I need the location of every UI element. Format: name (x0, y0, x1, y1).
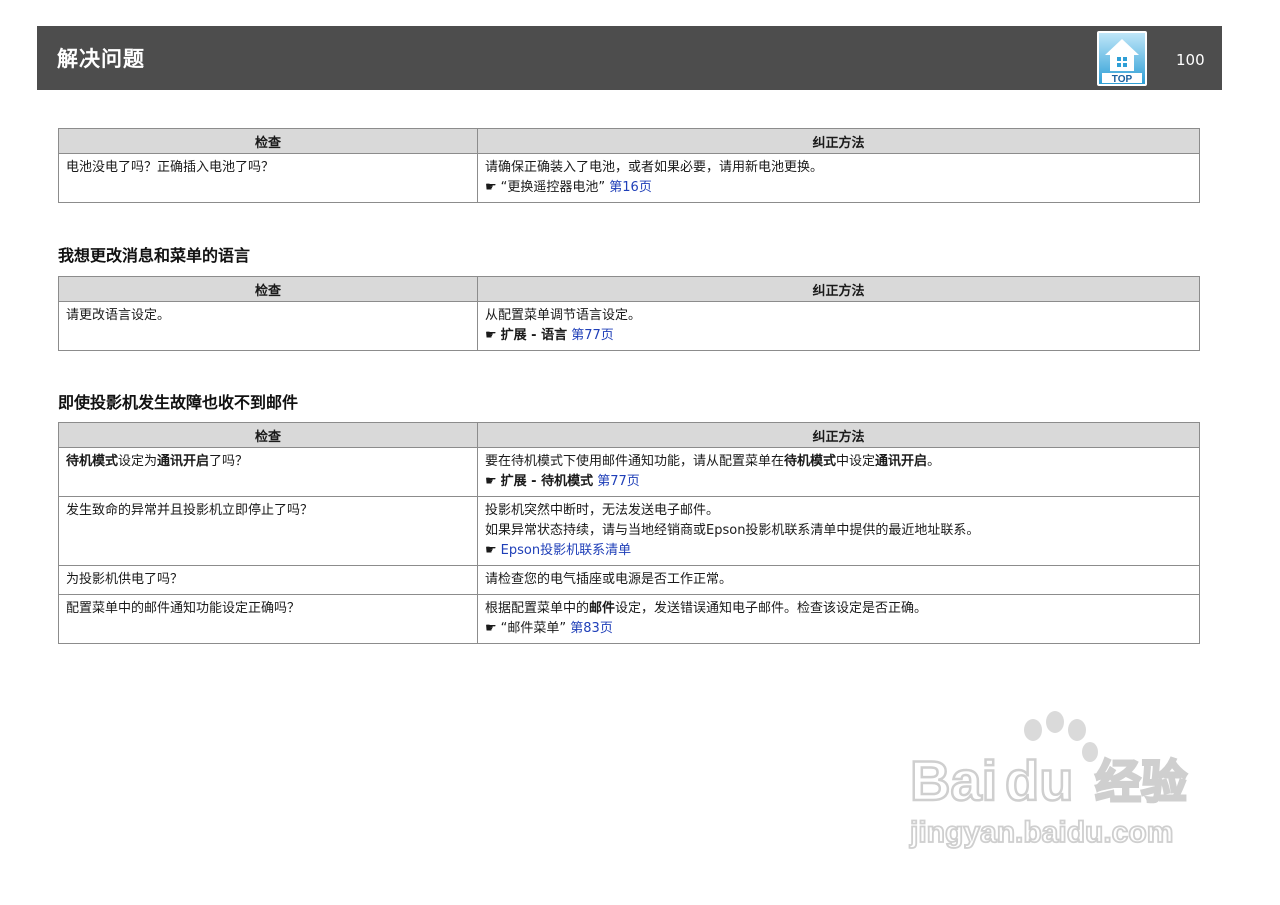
section-title: 我想更改消息和菜单的语言 (58, 246, 251, 265)
col-header-fix: 纠正方法 (477, 276, 1200, 302)
page-link[interactable]: 第83页 (570, 621, 613, 636)
check-cell: 待机模式设定为通讯开启了吗？ (58, 447, 478, 497)
reference-line: ☛ 扩展 - 语言 第77页 (485, 326, 1192, 346)
col-header-check: 检查 (58, 422, 478, 448)
col-header-fix: 纠正方法 (477, 128, 1200, 154)
table-row: 待机模式设定为通讯开启了吗？ 要在待机模式下使用邮件通知功能，请从配置菜单在待机… (58, 447, 1200, 497)
top-label: TOP (1112, 74, 1133, 85)
page-header: 解决问题 TOP 100 (37, 26, 1222, 90)
check-text: 设定为 (118, 454, 158, 469)
reference-line: ☛ “更换遥控器电池” 第16页 (485, 178, 1192, 198)
page-title: 解决问题 (57, 47, 145, 71)
table-battery: 检查 纠正方法 电池没电了吗？正确插入电池了吗？ 请确保正确装入了电池，或者如果… (58, 128, 1200, 203)
table-row: 配置菜单中的邮件通知功能设定正确吗？ 根据配置菜单中的邮件设定，发送错误通知电子… (58, 594, 1200, 644)
pointing-hand-icon: ☛ (485, 180, 497, 195)
reference-text: 扩展 - 待机模式 (500, 474, 594, 489)
reference-line: ☛ 扩展 - 待机模式 第77页 (485, 472, 1192, 492)
watermark-url: jingyan.baidu.com (909, 816, 1173, 849)
page-link[interactable]: 第77页 (571, 328, 614, 343)
fix-text: 根据配置菜单中的邮件设定，发送错误通知电子邮件。检查该设定是否正确。 (485, 599, 1192, 619)
reference-text: “邮件菜单” (500, 621, 567, 636)
col-header-fix: 纠正方法 (477, 422, 1200, 448)
pointing-hand-icon: ☛ (485, 474, 497, 489)
table-row: 电池没电了吗？正确插入电池了吗？ 请确保正确装入了电池，或者如果必要，请用新电池… (58, 153, 1200, 203)
watermark-brand: Bai (910, 749, 997, 812)
fix-text-part: 设定，发送错误通知电子邮件。检查该设定是否正确。 (615, 601, 928, 616)
mail-term: 邮件 (589, 601, 616, 616)
fix-cell: 投影机突然中断时，无法发送电子邮件。 如果异常状态持续，请与当地经销商或Epso… (477, 496, 1200, 566)
check-cell: 为投影机供电了吗？ (58, 565, 478, 595)
table-row: 发生致命的异常并且投影机立即停止了吗？ 投影机突然中断时，无法发送电子邮件。 如… (58, 496, 1200, 566)
fix-cell: 请确保正确装入了电池，或者如果必要，请用新电池更换。 ☛ “更换遥控器电池” 第1… (477, 153, 1200, 203)
col-header-check: 检查 (58, 128, 478, 154)
comm-on-term: 通讯开启 (157, 454, 210, 469)
section-title: 即使投影机发生故障也收不到邮件 (58, 393, 299, 412)
contact-list-link[interactable]: Epson投影机联系清单 (501, 543, 631, 558)
pointing-hand-icon: ☛ (485, 543, 497, 558)
col-header-check: 检查 (58, 276, 478, 302)
fix-cell: 请检查您的电气插座或电源是否工作正常。 (477, 565, 1200, 595)
check-text: 了吗？ (209, 454, 249, 469)
table-language: 检查 纠正方法 请更改语言设定。 从配置菜单调节语言设定。 ☛ 扩展 - 语言 第… (58, 276, 1200, 351)
table-row: 为投影机供电了吗？ 请检查您的电气插座或电源是否工作正常。 (58, 565, 1200, 595)
page-number: 100 (1176, 51, 1205, 69)
fix-cell: 从配置菜单调节语言设定。 ☛ 扩展 - 语言 第77页 (477, 301, 1200, 351)
reference-text: 扩展 - 语言 (500, 328, 568, 343)
fix-text: 投影机突然中断时，无法发送电子邮件。 (485, 503, 720, 518)
table-row: 请更改语言设定。 从配置菜单调节语言设定。 ☛ 扩展 - 语言 第77页 (58, 301, 1200, 351)
page-link[interactable]: 第16页 (609, 180, 652, 195)
fix-text-part: 根据配置菜单中的 (485, 601, 590, 616)
comm-on-term: 通讯开启 (875, 454, 928, 469)
fix-text: 如果异常状态持续，请与当地经销商或Epson投影机联系清单中提供的最近地址联系。 (485, 523, 980, 538)
check-cell: 发生致命的异常并且投影机立即停止了吗？ (58, 496, 478, 566)
fix-text: 请确保正确装入了电池，或者如果必要，请用新电池更换。 (485, 160, 824, 175)
fix-text-part: 。 (927, 454, 941, 469)
reference-line: ☛ “邮件菜单” 第83页 (485, 619, 1192, 639)
house-top-icon: TOP (1099, 33, 1145, 85)
fix-text-part: 中设定 (836, 454, 876, 469)
baidu-watermark: Bai du 经验 jingyan.baidu.com (908, 711, 1188, 850)
check-cell: 电池没电了吗？正确插入电池了吗？ (58, 153, 478, 203)
reference-text: “更换遥控器电池” (500, 180, 606, 195)
fix-cell: 要在待机模式下使用邮件通知功能，请从配置菜单在待机模式中设定通讯开启。 ☛ 扩展 … (477, 447, 1200, 497)
fix-cell: 根据配置菜单中的邮件设定，发送错误通知电子邮件。检查该设定是否正确。 ☛ “邮件菜… (477, 594, 1200, 644)
table-mail: 检查 纠正方法 待机模式设定为通讯开启了吗？ 要在待机模式下使用邮件通知功能，请… (58, 422, 1200, 644)
reference-line: ☛ Epson投影机联系清单 (485, 541, 1192, 561)
pointing-hand-icon: ☛ (485, 328, 497, 343)
watermark-brand-cn: 经验 (1095, 755, 1187, 809)
fix-text: 从配置菜单调节语言设定。 (485, 308, 642, 323)
fix-text-part: 要在待机模式下使用邮件通知功能，请从配置菜单在 (485, 454, 785, 469)
standby-mode-term: 待机模式 (784, 454, 837, 469)
pointing-hand-icon: ☛ (485, 621, 497, 636)
watermark-brand2: du (1005, 749, 1073, 812)
check-cell: 配置菜单中的邮件通知功能设定正确吗？ (58, 594, 478, 644)
page-link[interactable]: 第77页 (597, 474, 640, 489)
top-button[interactable]: TOP (1097, 31, 1147, 86)
check-cell: 请更改语言设定。 (58, 301, 478, 351)
standby-mode-term: 待机模式 (66, 454, 119, 469)
fix-text: 要在待机模式下使用邮件通知功能，请从配置菜单在待机模式中设定通讯开启。 (485, 452, 1192, 472)
